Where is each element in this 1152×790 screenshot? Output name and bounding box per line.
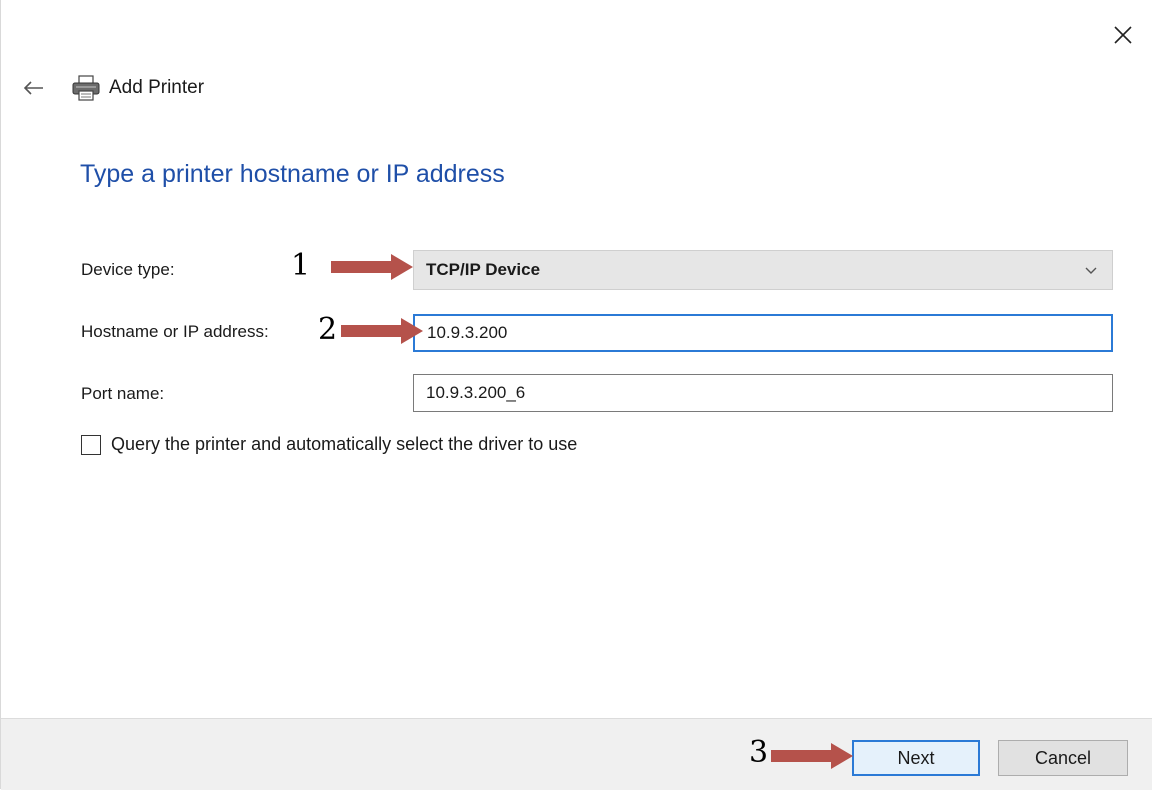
cancel-button[interactable]: Cancel <box>998 740 1128 776</box>
port-name-input[interactable] <box>413 374 1113 412</box>
next-button[interactable]: Next <box>852 740 980 776</box>
port-name-label: Port name: <box>81 384 165 403</box>
step-2-marker: 2 <box>318 312 338 347</box>
query-printer-checkbox[interactable] <box>81 434 101 455</box>
window-title: Add Printer <box>109 77 205 98</box>
close-button[interactable] <box>1108 20 1138 50</box>
printer-icon <box>72 75 100 101</box>
hostname-input[interactable] <box>413 314 1113 352</box>
step-1-marker: 1 <box>291 248 311 283</box>
hostname-label: Hostname or IP address: <box>81 322 269 341</box>
back-arrow-icon <box>23 81 43 95</box>
chevron-down-icon <box>1085 267 1097 274</box>
device-type-select[interactable]: TCP/IP Device <box>413 250 1113 290</box>
add-printer-dialog: Add Printer Type a printer hostname or I… <box>0 0 1152 790</box>
step-2-arrow-icon <box>341 318 423 344</box>
dialog-footer: Next Cancel <box>1 718 1152 790</box>
back-button[interactable] <box>19 73 49 103</box>
device-type-value: TCP/IP Device <box>426 260 541 279</box>
page-heading: Type a printer hostname or IP address <box>80 160 505 188</box>
device-type-label: Device type: <box>81 260 175 279</box>
query-printer-label: Query the printer and automatically sele… <box>111 434 578 454</box>
title-bar: Add Printer <box>19 70 204 106</box>
query-printer-option[interactable]: Query the printer and automatically sele… <box>81 434 577 455</box>
step-3-marker: 3 <box>749 735 769 770</box>
step-1-arrow-icon <box>331 254 413 280</box>
step-3-arrow-icon <box>771 743 853 769</box>
close-icon <box>1114 26 1132 44</box>
